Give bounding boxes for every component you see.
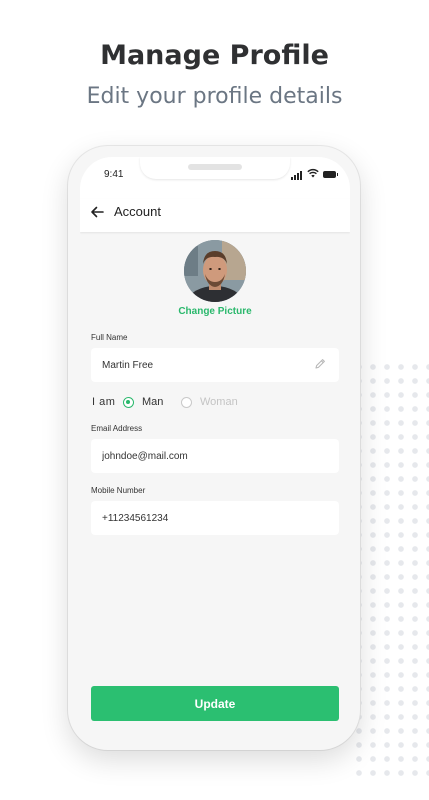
mobile-label: Mobile Number xyxy=(91,486,146,495)
page-title: Account xyxy=(114,204,161,219)
update-button[interactable]: Update xyxy=(91,686,339,721)
promo-subheadline: Edit your profile details xyxy=(86,84,343,109)
gender-option-woman-label[interactable]: Woman xyxy=(200,396,238,408)
app-bar: Account xyxy=(80,199,350,232)
full-name-label: Full Name xyxy=(91,333,128,342)
change-picture-link[interactable]: Change Picture xyxy=(80,306,350,317)
avatar-photo xyxy=(184,240,246,302)
gender-label: I am xyxy=(92,396,116,408)
full-name-input[interactable] xyxy=(91,348,339,382)
status-bar: 9:41 xyxy=(80,157,350,199)
arrow-left-icon[interactable] xyxy=(90,205,104,219)
wifi-icon xyxy=(307,168,319,178)
phone-screen: 9:41 Account Change Picture Full Name Ma… xyxy=(80,157,350,741)
status-time: 9:41 xyxy=(104,169,124,180)
mobile-field[interactable] xyxy=(91,501,339,535)
gender-option-man-label[interactable]: Man xyxy=(142,396,163,408)
dot-pattern-decoration xyxy=(352,360,429,780)
cellular-signal-icon xyxy=(291,171,305,180)
phone-notch xyxy=(140,157,290,179)
gender-radio-man[interactable] xyxy=(123,397,134,408)
promo-headline: Manage Profile xyxy=(100,40,329,71)
avatar[interactable] xyxy=(184,240,246,302)
gender-radio-woman[interactable] xyxy=(181,397,192,408)
email-field[interactable] xyxy=(91,439,339,473)
speaker-grille xyxy=(188,164,242,170)
email-label: Email Address xyxy=(91,424,143,433)
battery-icon xyxy=(323,171,338,178)
pencil-icon[interactable] xyxy=(314,358,326,370)
